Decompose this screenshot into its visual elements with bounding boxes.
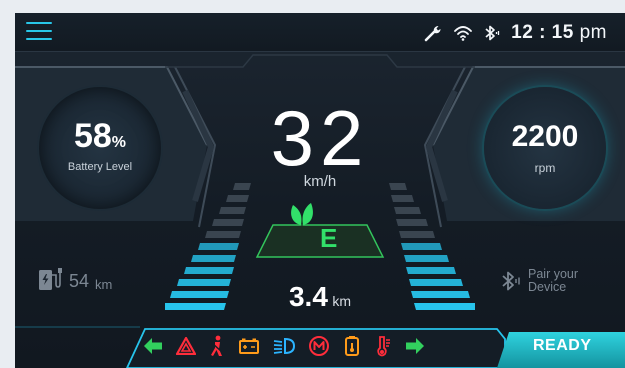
clock-suffix: pm: [579, 22, 607, 43]
left-speed-bars: [165, 183, 251, 310]
low-beam-headlight-icon: [273, 337, 295, 355]
status-area: 12 : 15 pm: [423, 21, 607, 45]
trip-unit: km: [332, 293, 352, 309]
center-frame-lines: [165, 54, 475, 68]
left-turn-signal-icon: [144, 338, 162, 354]
warning-indicators: [143, 335, 425, 357]
coolant-temp-icon: [345, 336, 359, 356]
charging-station-icon: [39, 268, 62, 290]
clock-time: 12 : 15: [511, 22, 574, 43]
bluetooth-icon: [485, 25, 500, 41]
battery-warning-icon: [239, 338, 259, 354]
pair-device-text: Pair your Device: [528, 268, 578, 294]
range-unit: km: [95, 277, 113, 292]
eco-leaf-icon: [291, 203, 313, 227]
motor-warning-icon: [309, 336, 329, 356]
hamburger-menu-icon[interactable]: [26, 20, 52, 42]
clock: 12 : 15 pm: [511, 22, 607, 44]
battery-value-wrap: 58%: [39, 117, 161, 156]
range-info: 54 km: [37, 266, 112, 292]
speed-unit: km/h: [303, 173, 337, 190]
speed-value: 32: [270, 94, 370, 182]
battery-label: Battery Level: [67, 161, 133, 173]
battery-gauge: 58% Battery Level: [39, 87, 161, 209]
ready-label: READY: [533, 337, 592, 354]
battery-value: 58: [73, 117, 112, 155]
wifi-icon: [454, 26, 473, 41]
pair-device-button[interactable]: Pair your Device: [500, 268, 578, 294]
trip-value: 3.4: [288, 281, 328, 312]
drive-mode-letter: E: [320, 223, 338, 253]
right-turn-signal-icon: [406, 338, 424, 354]
right-speed-bars: [389, 183, 475, 310]
trip-distance: 3.4 km: [260, 281, 380, 313]
bluetooth-pair-icon: [502, 271, 520, 291]
battery-unit: %: [111, 134, 127, 151]
dashboard-screen: 12 : 15 pm 58% Battery Level 2200 rpm 32…: [15, 13, 625, 368]
pair-line-2: Device: [528, 280, 567, 294]
rpm-label: rpm: [534, 161, 556, 175]
wrench-icon: [424, 26, 441, 42]
rpm-gauge: 2200 rpm: [484, 87, 606, 209]
range-value: 54: [69, 271, 90, 291]
seatbelt-warning-icon: [211, 335, 223, 356]
hazard-warning-icon: [176, 337, 196, 355]
temperature-warning-icon: [377, 336, 390, 357]
rpm-value: 2200: [511, 120, 579, 153]
